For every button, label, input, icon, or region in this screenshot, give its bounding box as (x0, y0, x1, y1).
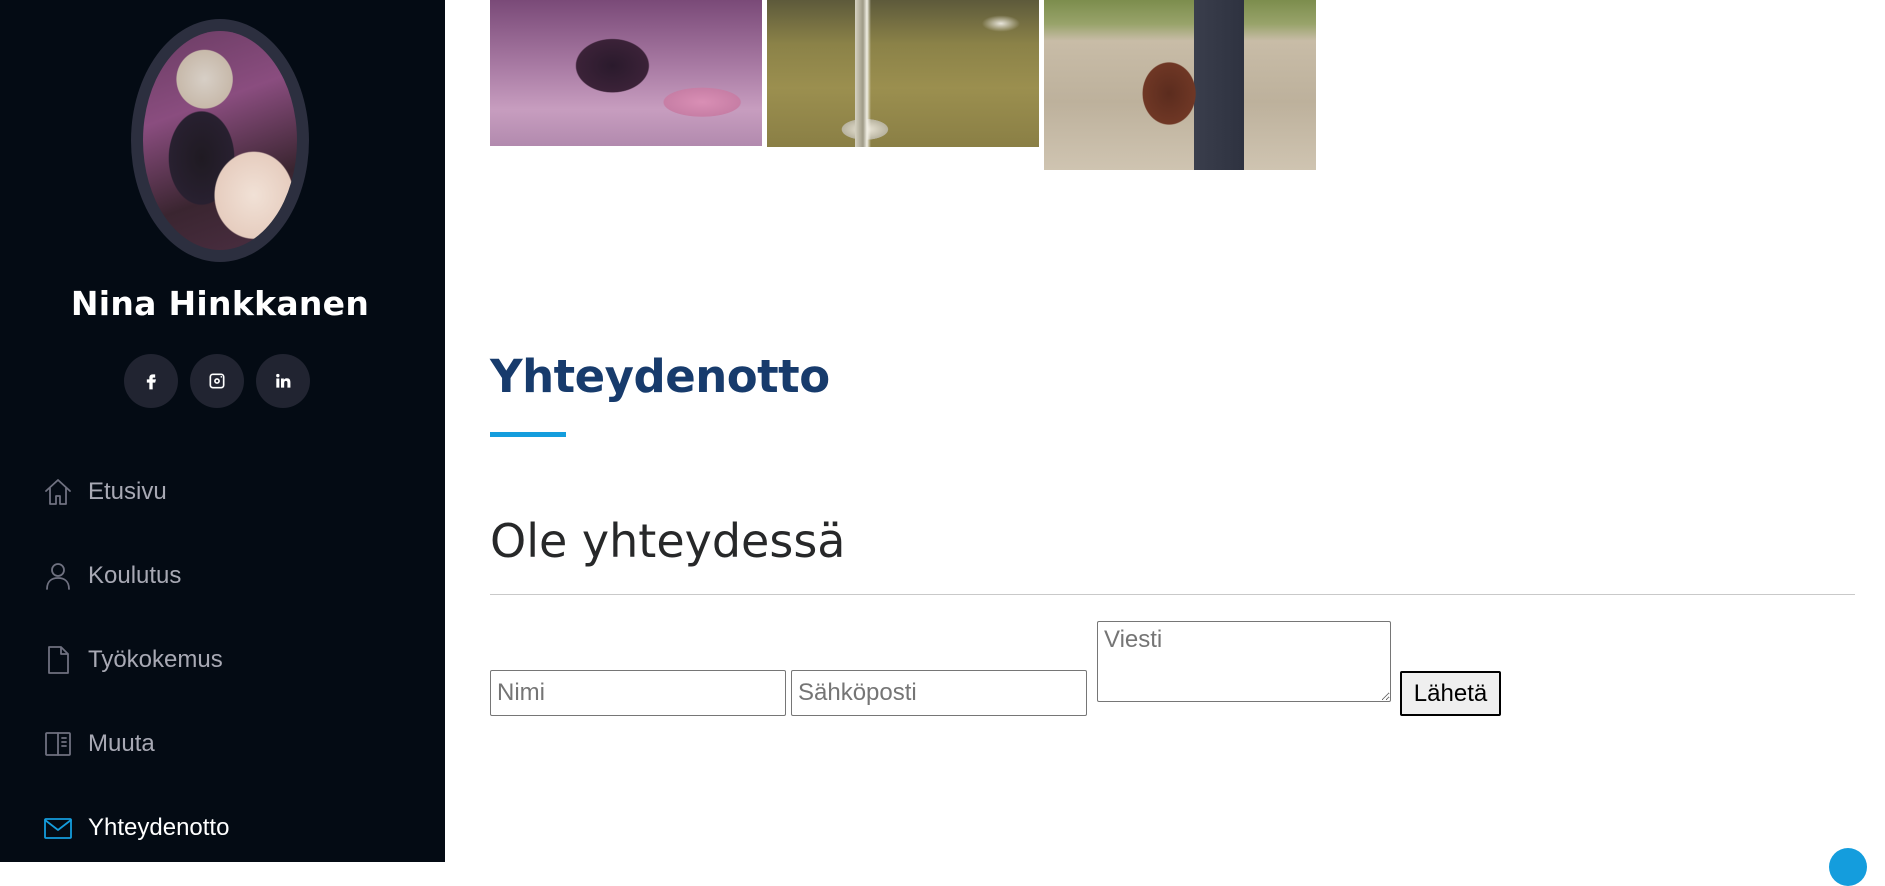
back-to-top-button[interactable] (1829, 848, 1867, 886)
nav-item-yhteydenotto[interactable]: Yhteydenotto (42, 808, 229, 848)
sidebar: Nina Hinkkanen Etusivu Koulutus Työkokem… (0, 0, 445, 862)
gallery-photo-2[interactable] (767, 0, 1039, 147)
divider (490, 594, 1855, 595)
nav-item-etusivu[interactable]: Etusivu (42, 472, 167, 512)
message-textarea[interactable] (1097, 621, 1391, 702)
avatar (131, 19, 309, 262)
nav-item-muuta[interactable]: Muuta (42, 724, 155, 764)
instagram-icon (209, 373, 225, 389)
profile-name: Nina Hinkkanen (70, 284, 370, 323)
send-button[interactable]: Lähetä (1400, 671, 1501, 716)
linkedin-link[interactable] (256, 354, 310, 408)
section-title: Yhteydenotto (490, 350, 830, 403)
instagram-link[interactable] (190, 354, 244, 408)
book-icon (42, 728, 74, 760)
contact-subtitle: Ole yhteydessä (490, 514, 846, 568)
nav-label-yhteydenotto: Yhteydenotto (88, 814, 230, 841)
envelope-icon (42, 812, 74, 844)
nav-label-tyokokemus: Työkokemus (88, 646, 223, 673)
linkedin-icon (276, 373, 291, 388)
social-links (124, 354, 310, 408)
nav-item-tyokokemus[interactable]: Työkokemus (42, 640, 223, 680)
email-input[interactable] (791, 670, 1087, 716)
nav-label-koulutus: Koulutus (88, 562, 182, 589)
title-underline (490, 432, 566, 437)
file-icon (42, 644, 74, 676)
gallery-photo-1[interactable] (490, 0, 762, 146)
gallery-photo-3[interactable] (1044, 0, 1316, 170)
home-icon (42, 476, 74, 508)
person-icon (42, 560, 74, 592)
nav-label-muuta: Muuta (88, 730, 155, 757)
facebook-icon (146, 374, 156, 390)
facebook-link[interactable] (124, 354, 178, 408)
nav-label-etusivu: Etusivu (88, 478, 167, 505)
main-content: Yhteydenotto Ole yhteydessä Lähetä (445, 0, 1885, 886)
profile-photo (143, 31, 297, 250)
nav-item-koulutus[interactable]: Koulutus (42, 556, 181, 596)
name-input[interactable] (490, 670, 786, 716)
